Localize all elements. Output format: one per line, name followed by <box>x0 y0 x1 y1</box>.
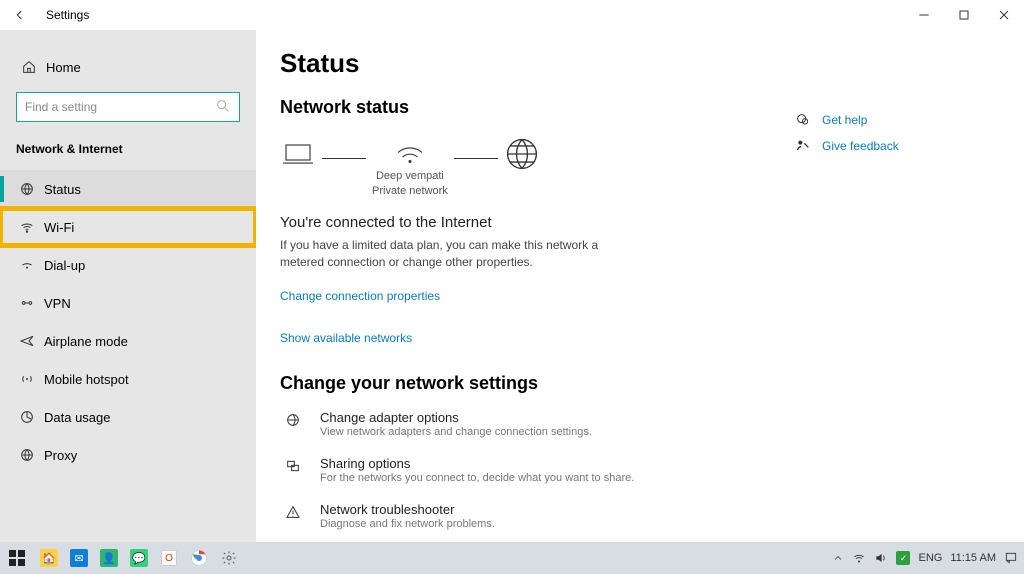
help-panel: Get help Give feedback <box>794 112 964 164</box>
page-title: Status <box>280 48 1024 79</box>
minimize-icon <box>916 7 932 23</box>
row-title: Change adapter options <box>320 410 592 425</box>
sidebar: Home Network & Internet Status Wi-Fi <box>0 30 256 542</box>
close-button[interactable] <box>984 0 1024 30</box>
connected-title: You're connected to the Internet <box>280 214 1024 231</box>
change-settings-heading: Change your network settings <box>280 373 1024 394</box>
wifi-name: Deep vempati <box>376 170 444 183</box>
content-area: Status Network status Deep vempati Priva… <box>256 30 1024 542</box>
row-desc: View network adapters and change connect… <box>320 426 592 438</box>
connection-line <box>454 158 498 159</box>
row-desc: Diagnose and fix network problems. <box>320 518 495 530</box>
sidebar-item-airplane[interactable]: Airplane mode <box>0 322 256 360</box>
back-arrow-icon <box>12 7 28 23</box>
taskbar-app-office[interactable]: O <box>154 542 184 574</box>
tray-wifi-icon[interactable] <box>852 551 866 565</box>
sidebar-item-label: Proxy <box>44 448 77 463</box>
airplane-icon <box>16 333 38 349</box>
close-icon <box>996 7 1012 23</box>
proxy-icon <box>16 447 38 463</box>
titlebar: Settings <box>0 0 1024 30</box>
tray-security-icon[interactable]: ✓ <box>896 551 910 565</box>
sidebar-item-label: Wi-Fi <box>44 220 74 235</box>
back-button[interactable] <box>0 0 40 30</box>
show-available-networks-link[interactable]: Show available networks <box>280 331 1024 345</box>
help-icon <box>794 112 812 128</box>
start-button[interactable] <box>0 542 34 574</box>
window-title: Settings <box>46 8 89 22</box>
globe-icon <box>504 136 540 172</box>
network-troubleshooter-row[interactable]: Network troubleshooter Diagnose and fix … <box>280 502 700 530</box>
internet-node <box>504 136 540 202</box>
connection-line <box>322 158 366 159</box>
home-icon <box>18 59 40 75</box>
feedback-icon <box>794 138 812 154</box>
minimize-button[interactable] <box>904 0 944 30</box>
sidebar-item-status[interactable]: Status <box>0 170 256 208</box>
taskbar: 🏠 ✉ 👤 💬 O ✓ ENG 11:15 AM <box>0 542 1024 574</box>
home-label: Home <box>46 60 81 75</box>
sidebar-item-label: Data usage <box>44 410 111 425</box>
laptop-icon <box>280 140 316 168</box>
search-input[interactable] <box>25 100 215 114</box>
system-tray: ✓ ENG 11:15 AM <box>832 542 1018 574</box>
wifi-icon <box>16 219 38 235</box>
tray-notifications-icon[interactable] <box>1004 551 1018 565</box>
taskbar-app-chrome[interactable] <box>184 542 214 574</box>
maximize-icon <box>956 7 972 23</box>
tray-language[interactable]: ENG <box>918 552 942 564</box>
dialup-icon <box>16 257 38 273</box>
sidebar-item-label: Dial-up <box>44 258 85 273</box>
connected-desc: If you have a limited data plan, you can… <box>280 237 600 271</box>
search-icon <box>215 98 231 117</box>
tray-volume-icon[interactable] <box>874 551 888 565</box>
row-title: Sharing options <box>320 456 634 471</box>
sidebar-section-title: Network & Internet <box>0 134 256 170</box>
sidebar-item-dialup[interactable]: Dial-up <box>0 246 256 284</box>
sidebar-item-proxy[interactable]: Proxy <box>0 436 256 474</box>
hotspot-icon <box>16 371 38 387</box>
change-adapter-options-row[interactable]: Change adapter options View network adap… <box>280 410 700 438</box>
row-title: Network troubleshooter <box>320 502 495 517</box>
home-button[interactable]: Home <box>0 48 256 86</box>
sidebar-item-label: Airplane mode <box>44 334 128 349</box>
sidebar-item-label: Mobile hotspot <box>44 372 129 387</box>
tray-chevron[interactable] <box>832 552 844 564</box>
sidebar-item-wifi[interactable]: Wi-Fi <box>0 208 256 246</box>
taskbar-app-settings[interactable] <box>214 542 244 574</box>
row-desc: For the networks you connect to, decide … <box>320 472 634 484</box>
datausage-icon <box>16 409 38 425</box>
taskbar-app-mail[interactable]: ✉ <box>64 542 94 574</box>
sidebar-nav: Status Wi-Fi Dial-up VPN Airplane mode <box>0 170 256 474</box>
wifi-icon <box>392 140 428 168</box>
sharing-options-row[interactable]: Sharing options For the networks you con… <box>280 456 700 484</box>
taskbar-app-chat[interactable]: 💬 <box>124 542 154 574</box>
taskbar-app-people[interactable]: 👤 <box>94 542 124 574</box>
status-icon <box>16 181 38 197</box>
sidebar-item-datausage[interactable]: Data usage <box>0 398 256 436</box>
gear-icon <box>221 550 237 566</box>
device-node <box>280 140 316 198</box>
chrome-icon <box>190 549 208 567</box>
sidebar-item-label: VPN <box>44 296 71 311</box>
taskbar-app-file-explorer[interactable]: 🏠 <box>34 542 64 574</box>
sidebar-item-vpn[interactable]: VPN <box>0 284 256 322</box>
troubleshooter-icon <box>280 502 306 530</box>
vpn-icon <box>16 295 38 311</box>
windows-icon <box>9 550 25 566</box>
sidebar-item-label: Status <box>44 182 81 197</box>
maximize-button[interactable] <box>944 0 984 30</box>
give-feedback-link[interactable]: Give feedback <box>822 139 899 153</box>
get-help-link[interactable]: Get help <box>822 113 867 127</box>
change-connection-properties-link[interactable]: Change connection properties <box>280 289 440 303</box>
sidebar-item-hotspot[interactable]: Mobile hotspot <box>0 360 256 398</box>
router-node: Deep vempati Private network <box>372 140 448 198</box>
search-input-container[interactable] <box>16 92 240 122</box>
wifi-type: Private network <box>372 185 448 198</box>
sharing-icon <box>280 456 306 484</box>
tray-time[interactable]: 11:15 AM <box>950 552 996 564</box>
adapter-icon <box>280 410 306 438</box>
